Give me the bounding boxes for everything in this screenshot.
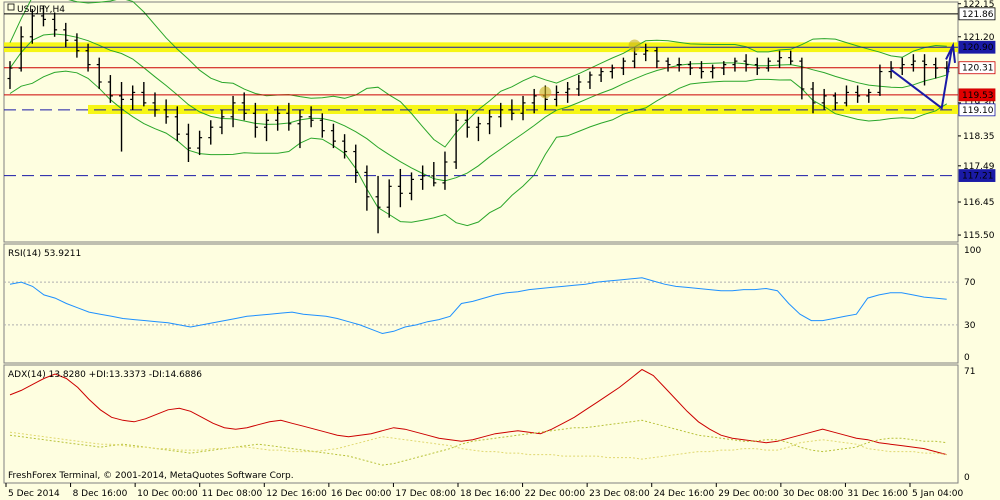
adx-tick-label: 0: [964, 473, 970, 483]
x-tick-label: 16 Dec 00:00: [331, 489, 392, 499]
price-level-label: 117.21: [962, 172, 994, 182]
y-tick-label: 115.50: [963, 231, 995, 241]
y-tick-label: 116.45: [963, 198, 995, 208]
footer-copyright: FreshForex Terminal, © 2001-2014, MetaQu…: [8, 471, 294, 481]
x-tick-label: 11 Dec 08:00: [202, 489, 263, 499]
touch-circle-2: [539, 86, 552, 99]
rsi-title: RSI(14) 53.9211: [8, 249, 81, 259]
price-level-label: 121.86: [962, 10, 994, 20]
x-tick-label: 22 Dec 00:00: [525, 489, 586, 499]
x-tick-label: 17 Dec 08:00: [395, 489, 456, 499]
chart-root: USDJPY,H4122.15121.20119.30118.35117.491…: [0, 0, 1000, 500]
rsi-tick-label: 100: [964, 246, 981, 256]
adx-tick-label: 71: [964, 367, 975, 377]
panel-frame-3: [3, 364, 959, 484]
panel-frame-1: [3, 1, 959, 243]
chart-title: USDJPY,H4: [17, 5, 65, 15]
adx-title: ADX(14) 13.8280 +DI:13.3373 -DI:14.6886: [8, 370, 202, 380]
x-tick-label: 30 Dec 08:00: [783, 489, 844, 499]
panel-frame-2: [3, 243, 959, 364]
x-tick-label: 31 Dec 16:00: [847, 489, 908, 499]
price-level-label: 120.31: [962, 64, 994, 74]
x-tick-label: 12 Dec 16:00: [266, 489, 327, 499]
rsi-tick-label: 0: [964, 353, 970, 363]
x-tick-label: 5 Jan 04:00: [912, 489, 964, 499]
x-tick-label: 18 Dec 16:00: [460, 489, 521, 499]
y-tick-label: 118.35: [963, 132, 995, 142]
price-level-label: 120.90: [962, 43, 994, 53]
price-level-label: 119.53: [962, 91, 994, 101]
rsi-tick-label: 30: [964, 321, 976, 331]
chart-canvas: USDJPY,H4122.15121.20119.30118.35117.491…: [3, 0, 996, 499]
x-tick-label: 29 Dec 00:00: [718, 489, 779, 499]
price-level-label: 119.10: [962, 106, 994, 116]
x-tick-label: 5 Dec 2014: [8, 489, 60, 499]
x-tick-label: 8 Dec 16:00: [73, 489, 128, 499]
x-tick-label: 23 Dec 08:00: [589, 489, 650, 499]
rsi-tick-label: 70: [964, 278, 976, 288]
touch-circle-1: [628, 39, 641, 52]
x-tick-label: 24 Dec 16:00: [654, 489, 715, 499]
x-tick-label: 10 Dec 00:00: [137, 489, 198, 499]
